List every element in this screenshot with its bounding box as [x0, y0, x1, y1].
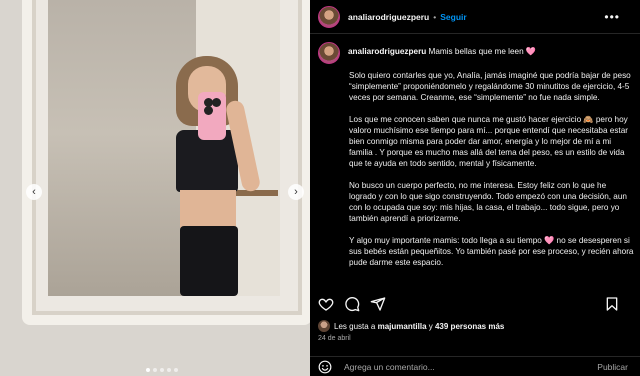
likes-summary[interactable]: Les gusta a majumantilla y 439 personas …: [318, 320, 504, 332]
publish-button[interactable]: Publicar: [597, 362, 628, 372]
post-header: analiarodriguezperu • Seguir •••: [310, 0, 640, 34]
more-options-icon[interactable]: •••: [604, 10, 620, 24]
likes-connector: y: [428, 321, 433, 331]
caption-username[interactable]: analiarodriguezperu: [348, 47, 426, 56]
carousel-dot: [160, 368, 164, 372]
post-media[interactable]: ‹ ›: [0, 0, 310, 376]
likes-others[interactable]: 439 personas más: [435, 322, 504, 331]
caption-paragraph: Los que me conocen saben que nunca me gu…: [349, 115, 628, 168]
header-separator: •: [433, 11, 437, 22]
carousel-dot: [146, 368, 150, 372]
avatar[interactable]: [318, 42, 340, 64]
carousel-dots: [146, 368, 178, 372]
photo-person-torso: [180, 190, 236, 228]
caption-head: analiarodriguezperu Mamis bellas que me …: [318, 42, 634, 64]
chevron-right-icon[interactable]: ›: [288, 184, 304, 200]
likes-first-user[interactable]: majumantilla: [378, 322, 427, 331]
heart-icon[interactable]: [318, 296, 334, 312]
avatar[interactable]: [318, 5, 340, 28]
post-date[interactable]: 24 de abril: [318, 335, 351, 342]
carousel-dot: [153, 368, 157, 372]
likes-prefix: Les gusta a: [334, 321, 376, 331]
caption-paragraph: No busco un cuerpo perfecto, no me inter…: [349, 181, 627, 223]
avatar: [318, 320, 330, 332]
comment-icon[interactable]: [344, 296, 360, 312]
photo-phone: [198, 92, 226, 140]
caption-title: Mamis bellas que me leen 🩷: [428, 47, 537, 56]
caption-body: Solo quiero contarles que yo, Analía, ja…: [349, 70, 634, 268]
comment-bar: Publicar: [310, 356, 640, 376]
bookmark-icon[interactable]: [604, 296, 620, 312]
carousel-dot: [167, 368, 171, 372]
caption-paragraph: Y algo muy importante mamis: todo llega …: [349, 236, 634, 267]
comment-input[interactable]: [344, 361, 554, 372]
caption-title-line: analiarodriguezperu Mamis bellas que me …: [348, 46, 536, 57]
post-side-panel: analiarodriguezperu • Seguir ••• analiar…: [310, 0, 640, 376]
post-caption: analiarodriguezperu Mamis bellas que me …: [318, 42, 634, 290]
follow-button[interactable]: Seguir: [440, 12, 466, 22]
chevron-left-icon[interactable]: ‹: [26, 184, 42, 200]
carousel-dot: [174, 368, 178, 372]
mirror-photo: [48, 0, 280, 296]
post-actions: [318, 296, 632, 314]
emoji-icon[interactable]: [318, 360, 332, 374]
header-username[interactable]: analiarodriguezperu: [348, 12, 429, 22]
share-icon[interactable]: [370, 296, 386, 312]
photo-person-leggings: [180, 226, 238, 296]
caption-paragraph: Solo quiero contarles que yo, Analía, ja…: [349, 71, 631, 102]
